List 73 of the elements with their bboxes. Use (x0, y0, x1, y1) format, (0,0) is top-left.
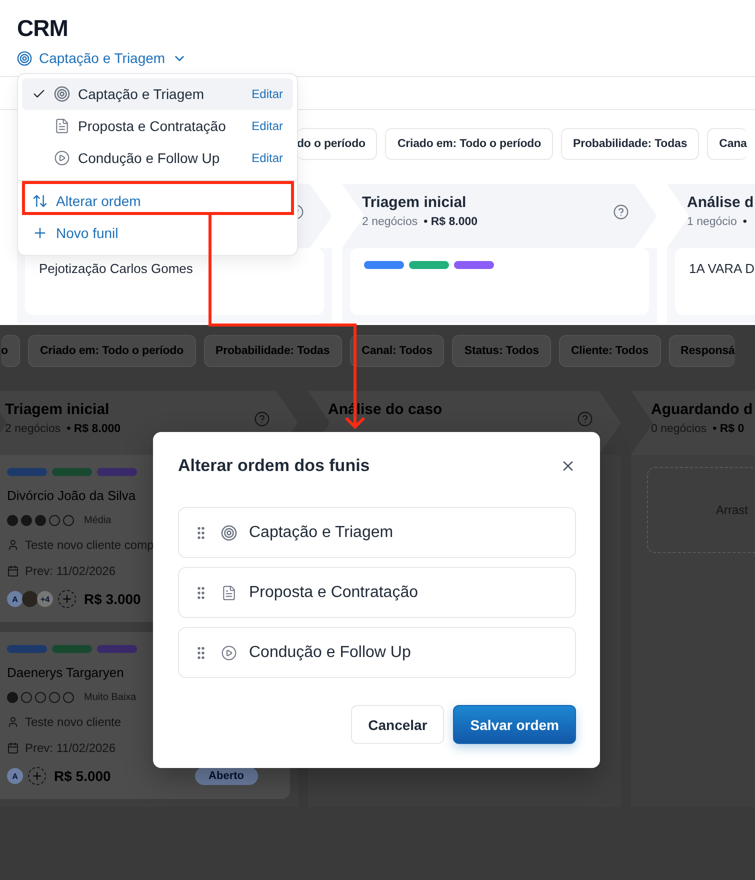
due-date: Prev: 11/02/2026 (25, 741, 116, 755)
stage-total: • R$ 0 (712, 423, 744, 435)
calendar-icon (7, 742, 19, 754)
funnel-option[interactable]: Condução e Follow Up Editar (22, 142, 293, 174)
funnel-option[interactable]: Captação e Triagem Editar (22, 78, 293, 110)
edit-link[interactable]: Editar (252, 151, 283, 165)
funnel-name: Captação e Triagem (78, 86, 204, 102)
deal-title: 1A VARA D (689, 261, 755, 276)
deal-count: 2 negócios (362, 216, 418, 228)
menu-action[interactable]: Novo funil (18, 217, 132, 249)
probability-label: Muito Baixa (84, 692, 136, 703)
page-title: CRM (16, 14, 69, 42)
funnel-row[interactable]: Condução e Follow Up (178, 627, 576, 678)
play-icon (54, 150, 70, 166)
funnel-row[interactable]: Proposta e Contratação (178, 567, 576, 618)
avatar: +4 (37, 591, 53, 607)
filter-chip[interactable]: Criado em: Todo o período (385, 128, 554, 160)
funnel-row[interactable]: Captação e Triagem (178, 507, 576, 558)
deal-title: Pejotização Carlos Gomes (39, 261, 193, 276)
menu-action[interactable]: Alterar ordem (18, 185, 155, 217)
help-icon (254, 411, 270, 427)
stage-title: Triagem inicial (5, 401, 110, 418)
dialog-title: Alterar ordem dos funis (178, 456, 370, 476)
funnel-name: Proposta e Contratação (78, 118, 226, 134)
deal-value: R$ 5.000 (54, 768, 111, 784)
add-member-button[interactable] (58, 590, 76, 608)
funnel-name: Condução e Follow Up (78, 150, 220, 166)
target-icon (54, 86, 70, 102)
funnel-selector[interactable]: Captação e Triagem (17, 50, 188, 66)
avatar: A (7, 768, 23, 784)
help-icon (613, 204, 629, 220)
client-name: Teste novo cliente (25, 715, 122, 729)
plus-icon (61, 593, 73, 605)
plus-icon (32, 225, 48, 241)
stage-total: • R$ 8.000 (424, 216, 478, 228)
play-icon (221, 644, 237, 660)
calendar-icon (7, 565, 19, 577)
help-icon (577, 411, 593, 427)
save-button[interactable]: Salvar ordem (453, 705, 576, 744)
due-date: Prev: 11/02/2026 (25, 564, 116, 578)
deal-count: 1 negócio (687, 216, 737, 228)
client-name: Teste novo cliente comp (25, 538, 154, 552)
stage-total: • R$ 8.000 (66, 423, 121, 435)
target-icon (221, 524, 237, 540)
stage-title: Triagem inicial (362, 194, 466, 211)
deal-title: Divórcio João da Silva (7, 488, 136, 503)
filter-chip[interactable]: Cana (707, 128, 747, 160)
user-icon (7, 539, 19, 551)
deal-title: Daenerys Targaryen (7, 665, 124, 680)
cancel-button[interactable]: Cancelar (351, 705, 444, 744)
edit-link[interactable]: Editar (252, 87, 283, 101)
funnel-option[interactable]: Proposta e Contratação Editar (22, 110, 293, 142)
deal-card[interactable]: 1A VARA D (675, 248, 755, 315)
plus-icon (31, 770, 43, 782)
probability-label: Média (84, 515, 112, 526)
document-icon (221, 584, 237, 600)
funnel-name: Captação e Triagem (249, 524, 394, 542)
sort-icon (32, 193, 48, 209)
funnel-name: Proposta e Contratação (249, 584, 418, 602)
deal-card[interactable] (350, 248, 649, 315)
user-icon (7, 716, 19, 728)
filter-chip[interactable]: do o período (297, 128, 378, 160)
target-icon (17, 50, 32, 66)
avatar: A (7, 591, 23, 607)
edit-link[interactable]: Editar (252, 119, 283, 133)
filter-chip[interactable]: Probabilidade: Todas (561, 128, 700, 160)
deal-value: R$ 3.000 (84, 591, 141, 607)
add-member-button[interactable] (28, 767, 46, 785)
stage-title: Análise d (687, 194, 754, 211)
document-icon (54, 118, 70, 134)
status-badge: Aberto (194, 767, 258, 785)
stage-title: Aguardando d (651, 401, 753, 418)
stage-total: • (742, 216, 747, 228)
